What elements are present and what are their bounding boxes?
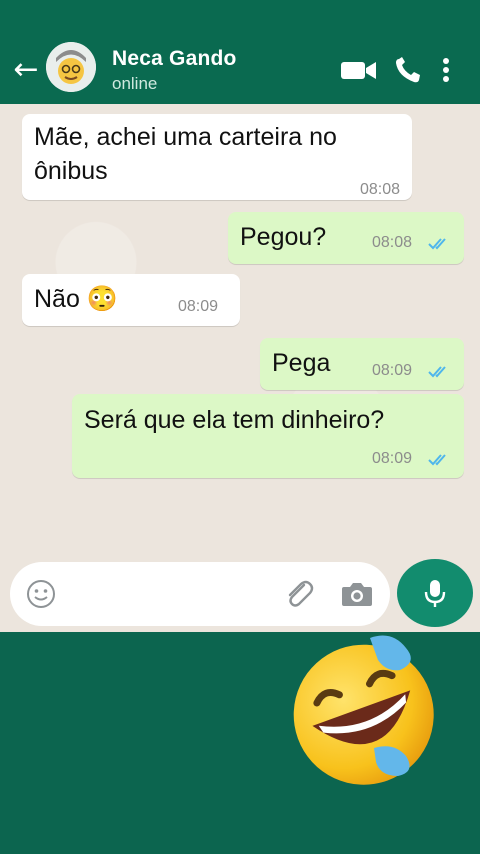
- message-text: Será que ela tem dinheiro?: [84, 406, 385, 434]
- message-time: 08:09: [178, 298, 219, 315]
- message-time: 08:08: [372, 234, 413, 251]
- mic-icon: [424, 580, 446, 607]
- message-composer[interactable]: [10, 562, 390, 626]
- message-text-continued: ônibus: [34, 157, 108, 185]
- emoji-icon[interactable]: [26, 579, 56, 609]
- attachment-icon[interactable]: [282, 577, 316, 611]
- message-text: Pega: [272, 349, 331, 377]
- back-arrow-icon[interactable]: ←: [10, 54, 42, 86]
- message-outgoing[interactable]: Pegou? 08:08: [228, 212, 464, 264]
- message-time: 08:09: [372, 450, 413, 467]
- contact-status: online: [112, 74, 158, 93]
- laughing-tears-emoji: [293, 635, 434, 785]
- avatar-face-icon: [46, 42, 96, 92]
- message-outgoing[interactable]: Pega 08:09: [260, 338, 464, 390]
- chat-area: Mãe, achei uma carteira no ônibus 08:08 …: [0, 104, 480, 632]
- message-text: Pegou?: [240, 223, 327, 251]
- message-time: 08:09: [372, 362, 413, 379]
- chat-header: ← Neca Gando online: [0, 0, 480, 104]
- double-check-icon: [428, 454, 446, 466]
- contact-name[interactable]: Neca Gando: [112, 47, 237, 71]
- more-vert-icon[interactable]: [436, 54, 456, 86]
- camera-icon[interactable]: [340, 579, 374, 609]
- video-call-icon[interactable]: [340, 54, 378, 86]
- double-check-icon: [428, 366, 446, 378]
- message-incoming[interactable]: Não 😳 08:09: [22, 274, 240, 326]
- phone-icon[interactable]: [392, 54, 426, 86]
- message-text: Não 😳: [34, 285, 118, 313]
- message-incoming[interactable]: Mãe, achei uma carteira no ônibus 08:08: [22, 114, 412, 200]
- avatar[interactable]: [46, 42, 96, 92]
- message-text: Mãe, achei uma carteira no: [34, 123, 337, 151]
- double-check-icon: [428, 238, 446, 250]
- mic-button[interactable]: [397, 559, 473, 627]
- message-time: 08:08: [359, 181, 400, 198]
- message-outgoing[interactable]: Será que ela tem dinheiro? 08:09: [72, 394, 464, 478]
